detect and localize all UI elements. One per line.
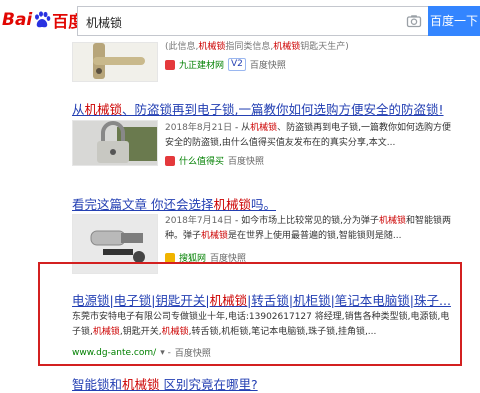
result-title-text[interactable]: 电源锁|电子锁|钥匙开关|机械锁|转舌锁|机柜锁|笔记本电脑锁|珠子... xyxy=(72,293,451,308)
keyword-highlight: 机械锁 xyxy=(122,377,160,392)
result-date: 2018年7月14日 xyxy=(165,216,233,226)
result-abstract: (此信息,机械锁指同类信息,机械锁钥匙天生产) xyxy=(165,40,445,55)
result-title[interactable]: 电源锁|电子锁|钥匙开关|机械锁|转舌锁|机柜锁|笔记本电脑锁|珠子... xyxy=(72,290,451,309)
search-input[interactable]: 机械锁 xyxy=(77,6,428,36)
result-title[interactable]: 从机械锁、防盗锁再到电子锁,一篇教你如何选购方便安全的防盗锁! xyxy=(72,99,444,118)
keyword-highlight: 机械锁 xyxy=(273,42,301,52)
snapshot-link[interactable]: 百度快照 xyxy=(250,58,286,71)
keyword-highlight: 机械锁 xyxy=(213,197,251,212)
abstract-text: (此信息,机械锁指同类信息,机械锁钥匙天生产) xyxy=(165,42,349,52)
verified-badge[interactable]: V2 xyxy=(228,58,246,71)
result-source: 什么值得买 百度快照 xyxy=(165,154,264,167)
source-site[interactable]: 什么值得买 xyxy=(179,154,224,167)
dropdown-icon[interactable]: ▾ - xyxy=(160,348,171,358)
result-abstract: 2018年8月21日 - 从机械锁、防盗锁再到电子锁,一篇教你如何选购方便安全的… xyxy=(165,121,455,151)
result-abstract: 东莞市安特电子有限公司专做锁业十年,电话:13902617127 将经理,销售各… xyxy=(72,310,457,340)
site-favicon xyxy=(165,252,175,263)
keyword-highlight: 机械锁 xyxy=(378,216,406,226)
door-handle-image xyxy=(73,43,157,81)
result-thumbnail[interactable] xyxy=(72,42,158,82)
result-url[interactable]: www.dg-ante.com/ xyxy=(72,348,156,358)
keyword-highlight: 机械锁 xyxy=(92,327,120,337)
keyword-highlight: 机械锁 xyxy=(201,231,229,241)
result-abstract: 2018年7月14日 - 如今市场上比较常见的锁,分为弹子机械锁和智能锁两种。弹… xyxy=(165,214,455,244)
result-title-text[interactable]: 看完这篇文章 你还会选择机械锁吗。 xyxy=(72,197,276,212)
paw-icon xyxy=(35,11,51,28)
result-title[interactable]: 智能锁和机械锁 区别究竟在哪里? xyxy=(72,374,258,393)
abstract-text: 东莞市安特电子有限公司专做锁业十年,电话:13902617127 将经理,销售各… xyxy=(72,312,450,337)
keyword-highlight: 机械锁 xyxy=(198,42,226,52)
result-thumbnail[interactable] xyxy=(72,120,158,166)
result-title-text[interactable]: 智能锁和机械锁 区别究竟在哪里? xyxy=(72,377,258,392)
search-header: Bai 百度 机械锁 百度一下 xyxy=(0,0,480,42)
snapshot-link[interactable]: 百度快照 xyxy=(175,346,211,359)
source-site[interactable]: 九正建材网 xyxy=(179,58,224,71)
baidu-logo[interactable]: Bai 百度 xyxy=(2,9,84,31)
result-title-text[interactable]: 从机械锁、防盗锁再到电子锁,一篇教你如何选购方便安全的防盗锁! xyxy=(72,102,444,117)
search-query-text: 机械锁 xyxy=(86,16,123,30)
keyword-highlight: 机械锁 xyxy=(161,327,189,337)
logo-text-bai: Bai xyxy=(2,10,33,30)
keyword-highlight: 机械锁 xyxy=(84,102,123,117)
snapshot-link[interactable]: 百度快照 xyxy=(228,154,264,167)
site-favicon xyxy=(165,59,175,70)
padlock-image xyxy=(73,121,157,165)
result-source: www.dg-ante.com/ ▾ - 百度快照 xyxy=(72,346,211,360)
keyword-highlight: 机械锁 xyxy=(250,123,278,133)
search-button[interactable]: 百度一下 xyxy=(428,6,480,36)
result-title[interactable]: 看完这篇文章 你还会选择机械锁吗。 xyxy=(72,194,276,213)
camera-icon[interactable] xyxy=(406,13,422,29)
result-source: 九正建材网 V2 百度快照 xyxy=(165,58,286,71)
keyword-highlight: 机械锁 xyxy=(209,293,248,308)
result-date: 2018年8月21日 xyxy=(165,123,233,133)
site-favicon xyxy=(165,155,175,166)
